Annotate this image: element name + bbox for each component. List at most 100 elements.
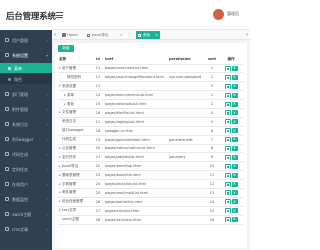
table-row[interactable]: ▸菜单 14 pages/menu/menuList.html 1	[58, 90, 244, 101]
table-row[interactable]: swich主题 28 pages/skin/skin.html 16	[58, 215, 244, 225]
delete-icon[interactable]	[231, 92, 238, 98]
row-name: 文件管理	[62, 110, 76, 115]
delete-icon[interactable]	[231, 110, 238, 116]
sidebar-item-7[interactable]: 定时任务 ‹	[0, 163, 52, 175]
sidebar-subitem-1-1[interactable]: 角色	[0, 74, 52, 84]
close-icon[interactable]: ×	[155, 31, 158, 39]
sidebar-item-10[interactable]: swich主题 ‹	[0, 208, 52, 220]
sidebar-item-11[interactable]: cms文章 ‹	[0, 223, 52, 235]
tab-scroll-right-icon[interactable]: »	[244, 30, 250, 40]
edit-icon[interactable]	[224, 154, 231, 161]
sidebar-item-3[interactable]: 附件管理 ‹	[0, 103, 52, 115]
edit-icon[interactable]	[224, 217, 231, 223]
edit-icon[interactable]	[224, 110, 231, 116]
delete-icon[interactable]	[231, 163, 238, 169]
table-row[interactable]: ▾用户管理 11 pages/user/userList.html 1	[58, 64, 244, 74]
edit-icon[interactable]	[224, 163, 231, 169]
column-header[interactable]: permission	[168, 55, 206, 65]
edit-icon[interactable]	[224, 145, 231, 152]
sidebar-item-label: cms文章	[12, 226, 29, 232]
cell-permission: sys:user:password	[168, 72, 206, 83]
sidebar-item-6[interactable]: 代码生成 ‹	[0, 148, 52, 160]
sidebar-item-8[interactable]: 在线用户 ‹	[0, 178, 52, 190]
tab-bar: « » Home excel导出 × 角色 ×	[52, 30, 250, 40]
edit-icon[interactable]	[224, 92, 231, 98]
tab-scroll-left-icon[interactable]: «	[52, 30, 58, 40]
edit-icon[interactable]	[224, 101, 231, 107]
table-row[interactable]: ▸文件管理 16 pages/file/fileList.html 4	[58, 108, 244, 118]
table-row[interactable]: ▾系统设置 13 3	[58, 81, 244, 92]
table-row[interactable]: ▸cms文章 27 pages/cms/list.html 15	[58, 206, 244, 216]
delete-icon[interactable]	[231, 128, 238, 134]
top-header: 后台管理系统 管理员	[0, 0, 250, 30]
user-name[interactable]: 管理员	[227, 11, 239, 17]
table-row[interactable]: ▸邮件管理 25 pages/mail/mailList.html 13	[58, 188, 244, 198]
table-row[interactable]: ▸前台页面管理 26 pages/portal/list.html 14	[58, 197, 244, 207]
edit-icon[interactable]	[224, 208, 231, 214]
row-name: 邮件管理	[62, 190, 76, 195]
table-row[interactable]: 接口swagger 18 swagger-ui.html 6	[58, 126, 244, 136]
table-row[interactable]: ▸定时任务 21 pages/job/jobList.html job:quer…	[58, 152, 244, 163]
delete-icon[interactable]	[231, 101, 238, 107]
table-row[interactable]: 代码生成 19 pages/generate/edit.html generat…	[58, 135, 244, 145]
sidebar-item-0[interactable]: 用户管理 ‹	[0, 34, 52, 46]
cell-actions	[218, 72, 244, 83]
delete-icon[interactable]	[231, 208, 238, 214]
edit-icon[interactable]	[224, 137, 231, 143]
delete-icon[interactable]	[231, 119, 238, 125]
table-row[interactable]: ▸公告管理 20 pages/notice/noticeList.html 8	[58, 144, 244, 154]
avatar[interactable]	[213, 9, 224, 20]
delete-icon[interactable]	[231, 74, 238, 80]
close-icon[interactable]: ×	[120, 31, 123, 39]
edit-icon[interactable]	[224, 190, 231, 196]
edit-icon[interactable]	[224, 181, 231, 187]
tab-1[interactable]: excel导出 ×	[85, 31, 123, 39]
edit-icon[interactable]	[224, 199, 231, 205]
edit-icon[interactable]	[224, 172, 231, 178]
edit-icon[interactable]	[224, 74, 231, 81]
edit-icon[interactable]	[224, 83, 231, 89]
cell-name: ▸文件管理	[58, 108, 92, 118]
column-header[interactable]: 操作	[218, 55, 244, 65]
tab-2[interactable]: 角色 ×	[136, 31, 160, 39]
delete-icon[interactable]	[231, 154, 238, 160]
column-header[interactable]: id	[92, 55, 104, 65]
sidebar-item-9[interactable]: 数据监控 ‹	[0, 193, 52, 205]
table-row[interactable]: ▸基础表管理 23 pages/base/list.html 11	[58, 170, 244, 181]
chevron-right-icon: ‹	[46, 136, 48, 142]
column-header[interactable]: 名称	[58, 55, 92, 65]
sidebar-item-label: 用户管理	[12, 37, 28, 43]
cell-actions	[218, 188, 244, 198]
chevron-right-icon: ‹	[46, 166, 48, 172]
hamburger-menu-icon[interactable]	[56, 12, 63, 18]
delete-icon[interactable]	[231, 136, 238, 143]
tab-0[interactable]: Home	[60, 31, 84, 39]
column-header[interactable]: sort	[206, 55, 218, 65]
delete-icon[interactable]	[231, 65, 238, 71]
delete-icon[interactable]	[231, 172, 238, 178]
home-icon	[62, 33, 66, 37]
sidebar-item-5[interactable]: 的Swagger ‹	[0, 133, 52, 145]
edit-icon[interactable]	[224, 65, 231, 72]
edit-icon[interactable]	[224, 119, 231, 125]
cell-id: 20	[92, 144, 104, 154]
sidebar-subitem-1-0[interactable]: 菜单	[0, 63, 52, 73]
table-row[interactable]: ▸字典管理 24 pages/dict/dictList.html 12	[58, 179, 244, 189]
column-header[interactable]: href	[104, 55, 168, 65]
delete-icon[interactable]	[231, 83, 238, 89]
sidebar-item-1[interactable]: 系统设置 ▾	[0, 49, 52, 61]
row-name: swich主题	[62, 217, 79, 222]
table-row[interactable]: 修改密码 12 pages/user/changePassword.html s…	[58, 72, 244, 83]
delete-icon[interactable]	[231, 181, 238, 187]
delete-icon[interactable]	[231, 216, 238, 223]
delete-icon[interactable]	[231, 199, 238, 205]
delete-icon[interactable]	[231, 190, 238, 196]
sidebar-item-4[interactable]: 系统日志 ‹	[0, 118, 52, 130]
table-row[interactable]: ▸excel导出 22 pages/excel/sql.html 10	[58, 161, 244, 172]
add-button[interactable]: 新增	[58, 45, 74, 52]
sidebar-item-2[interactable]: 部门管理 ‹	[0, 88, 52, 100]
delete-icon[interactable]	[231, 145, 238, 151]
table-row[interactable]: 系统日志 17 pages/log/logList.html 5	[58, 117, 244, 127]
edit-icon[interactable]	[224, 128, 231, 134]
table-row[interactable]: ▸角色 15 pages/role/roleList.html 2	[58, 99, 244, 109]
